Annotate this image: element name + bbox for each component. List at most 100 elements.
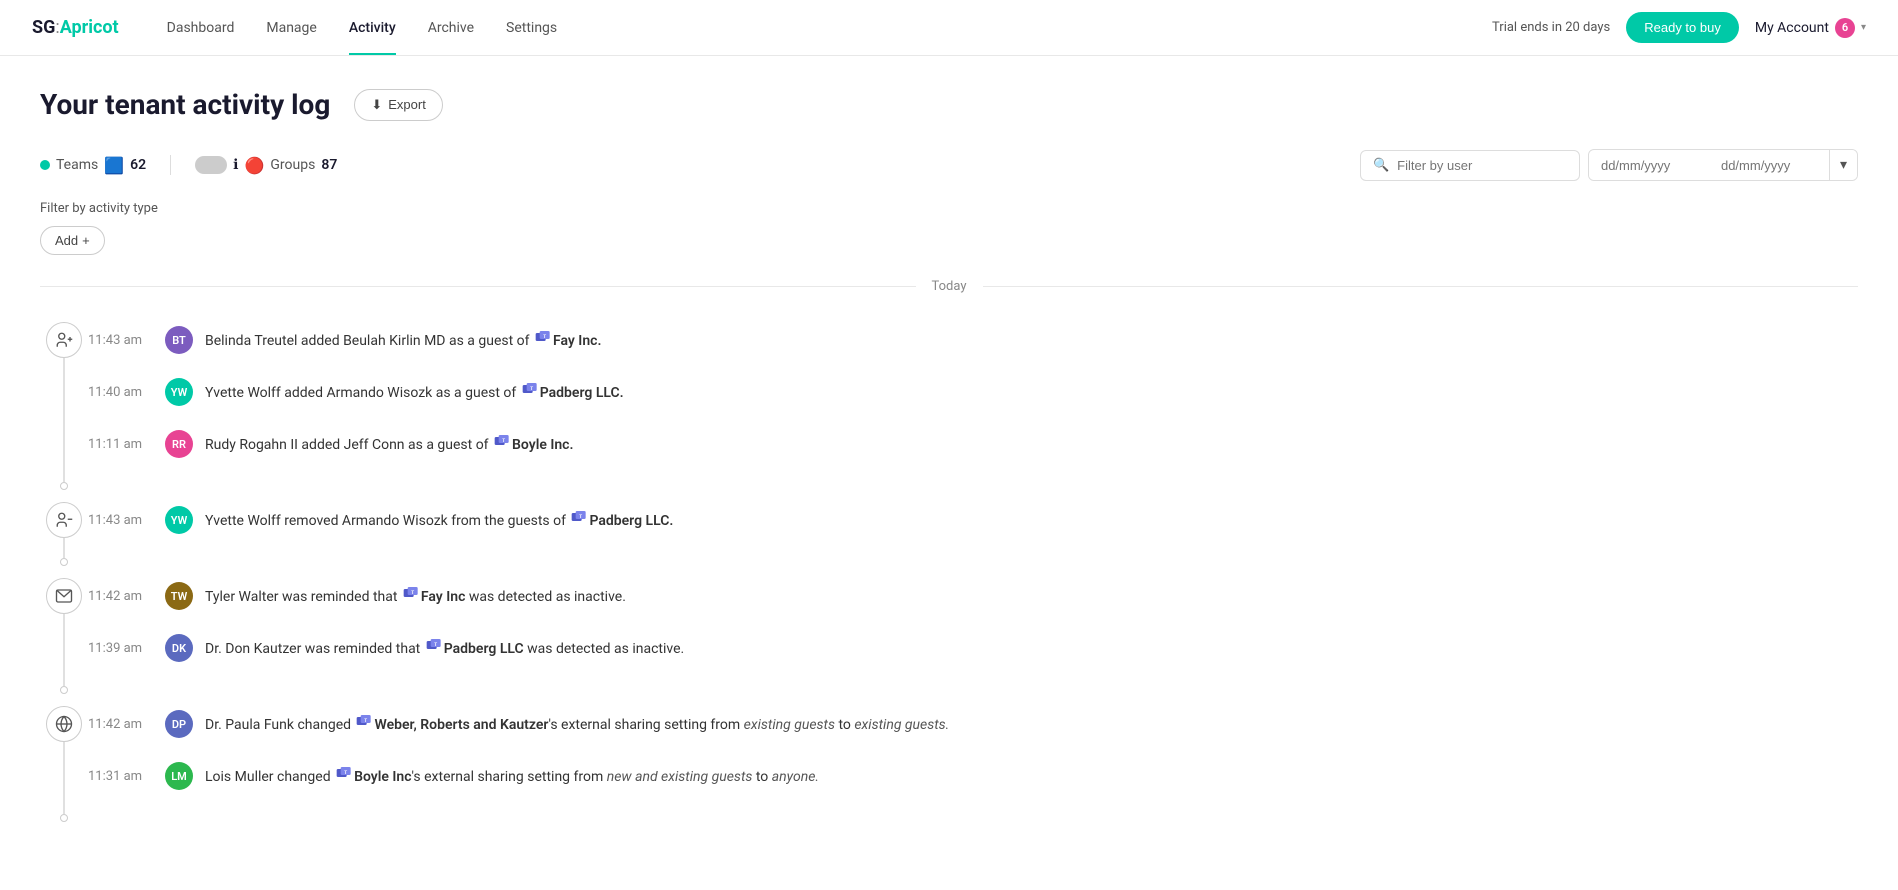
account-badge: 6: [1835, 18, 1855, 38]
activity-time: 11:31 am: [88, 769, 153, 784]
teams-ms-logo: T: [403, 585, 419, 601]
logo-sg: SG: [32, 17, 55, 38]
teams-indicator: Teams 🟦 62: [40, 156, 146, 175]
my-account[interactable]: My Account 6 ▾: [1755, 18, 1866, 38]
groups-indicator: ℹ 🔴 Groups 87: [195, 156, 337, 175]
teams-ms-logo: T: [522, 381, 538, 397]
activity-entry: 11:43 amYWYvette Wolff removed Armando W…: [88, 494, 1858, 546]
nav-activity[interactable]: Activity: [349, 2, 396, 54]
globe-icon: [46, 706, 82, 742]
navbar: SG : Apricot Dashboard Manage Activity A…: [0, 0, 1898, 56]
groups-toggle[interactable]: [195, 156, 227, 174]
filter-divider: [170, 155, 171, 175]
activity-text: Yvette Wolff added Armando Wisozk as a g…: [205, 381, 624, 404]
activity-icon-col: [40, 314, 88, 494]
activity-text: Belinda Treutel added Beulah Kirlin MD a…: [205, 329, 601, 352]
nav-archive[interactable]: Archive: [428, 2, 474, 54]
timeline-dot: [60, 686, 68, 694]
groups-ms-icon: 🔴: [244, 156, 264, 175]
nav-right: Trial ends in 20 days Ready to buy My Ac…: [1492, 12, 1866, 43]
timeline-line: [63, 538, 65, 558]
user-avatar: DP: [165, 710, 193, 738]
email-icon: [46, 578, 82, 614]
activity-icon-col: [40, 494, 88, 570]
activity-time: 11:11 am: [88, 437, 153, 452]
date-caret-icon[interactable]: ▾: [1829, 150, 1857, 180]
user-avatar: LM: [165, 762, 193, 790]
activity-time: 11:39 am: [88, 641, 153, 656]
ready-to-buy-button[interactable]: Ready to buy: [1626, 12, 1739, 43]
svg-text:T: T: [344, 770, 347, 776]
activity-entry: 11:43 am BT Belinda Treutel added Beulah K…: [88, 314, 1858, 366]
activity-text: Dr. Paula Funk changed TWeber, Roberts a…: [205, 713, 949, 736]
timeline-line: [63, 358, 65, 482]
nav-dashboard[interactable]: Dashboard: [167, 2, 235, 54]
activity-entry: 11:42 amDPDr. Paula Funk changed TWeber,…: [88, 698, 1858, 750]
divider-line-left: [40, 286, 916, 287]
entries-col: 11:42 amTWTyler Walter was reminded that…: [88, 570, 1858, 698]
logo-apricot: Apricot: [60, 17, 119, 38]
activity-icon-col: [40, 570, 88, 698]
activity-filter-label: Filter by activity type: [40, 201, 1858, 216]
teams-ms-logo: T: [494, 433, 510, 449]
my-account-label: My Account: [1755, 20, 1829, 36]
activity-entry: 11:40 am YW Yvette Wolff added Armando Wis…: [88, 366, 1858, 418]
filters-row: Teams 🟦 62 ℹ 🔴 Groups 87 🔍 ▾: [40, 149, 1858, 181]
activity-time: 11:42 am: [88, 589, 153, 604]
timeline-line: [63, 614, 65, 686]
activity-time: 11:43 am: [88, 333, 153, 348]
page-header: Your tenant activity log ⬇ Export: [40, 88, 1858, 121]
teams-ms-logo: T: [336, 765, 352, 781]
export-label: Export: [388, 97, 426, 112]
activity-entry: 11:42 amTWTyler Walter was reminded that…: [88, 570, 1858, 622]
remove-guest-icon: [46, 502, 82, 538]
teams-label: Teams: [56, 157, 98, 173]
today-label: Today: [932, 279, 967, 294]
teams-ms-logo: T: [571, 509, 587, 525]
section-divider: Today: [40, 279, 1858, 294]
svg-text:T: T: [365, 718, 368, 724]
svg-text:T: T: [502, 438, 505, 444]
user-avatar: RR: [165, 430, 193, 458]
activity-filter: Filter by activity type Add +: [40, 201, 1858, 255]
nav-settings[interactable]: Settings: [506, 2, 557, 54]
teams-ms-logo: T: [356, 713, 372, 729]
entries-col: 11:43 amYWYvette Wolff removed Armando W…: [88, 494, 1858, 570]
add-icon: +: [82, 233, 90, 248]
page-title: Your tenant activity log: [40, 88, 330, 121]
teams-ms-logo: T: [426, 637, 442, 653]
activity-icon-col: [40, 698, 88, 826]
activity-entry: 11:11 amRRRudy Rogahn II added Jeff Conn…: [88, 418, 1858, 470]
nav-links: Dashboard Manage Activity Archive Settin…: [167, 2, 1492, 54]
activity-text: Yvette Wolff removed Armando Wisozk from…: [205, 509, 673, 532]
activity-time: 11:43 am: [88, 513, 153, 528]
timeline-dot: [60, 558, 68, 566]
activity-group-email: 11:42 amTWTyler Walter was reminded that…: [40, 570, 1858, 698]
divider-line-right: [983, 286, 1859, 287]
teams-count: 62: [130, 157, 146, 173]
add-filter-button[interactable]: Add +: [40, 226, 105, 255]
user-avatar: BT: [165, 326, 193, 354]
activity-group-globe: 11:42 amDPDr. Paula Funk changed TWeber,…: [40, 698, 1858, 826]
activity-group-remove-guest: 11:43 amYWYvette Wolff removed Armando W…: [40, 494, 1858, 570]
trial-text: Trial ends in 20 days: [1492, 20, 1610, 35]
export-icon: ⬇: [371, 97, 382, 113]
date-to-input[interactable]: [1709, 151, 1829, 180]
svg-text:T: T: [411, 590, 414, 596]
activity-time: 11:40 am: [88, 385, 153, 400]
add-filter-label: Add: [55, 233, 78, 248]
filter-left: Teams 🟦 62 ℹ 🔴 Groups 87: [40, 155, 1360, 175]
chevron-down-icon: ▾: [1861, 22, 1866, 33]
groups-count: 87: [321, 157, 337, 173]
svg-text:T: T: [434, 642, 437, 648]
svg-text:T: T: [543, 334, 546, 340]
nav-manage[interactable]: Manage: [266, 2, 316, 54]
entries-col: 11:42 amDPDr. Paula Funk changed TWeber,…: [88, 698, 1858, 826]
date-from-input[interactable]: [1589, 151, 1709, 180]
search-input[interactable]: [1397, 158, 1567, 173]
user-avatar: TW: [165, 582, 193, 610]
search-box: 🔍: [1360, 150, 1580, 181]
user-avatar: YW: [165, 378, 193, 406]
search-icon: 🔍: [1373, 158, 1389, 173]
export-button[interactable]: ⬇ Export: [354, 89, 442, 121]
